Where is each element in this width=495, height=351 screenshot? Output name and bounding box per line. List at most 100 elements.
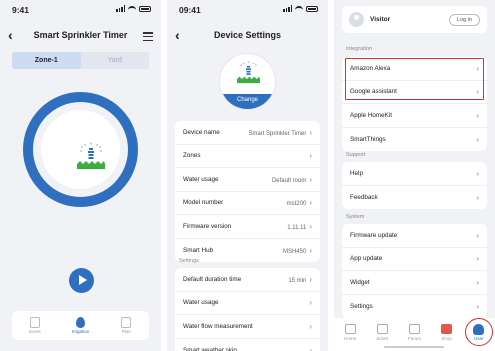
row-value: Smart Sprinkler Timer (248, 130, 307, 137)
chevron-right-icon: › (309, 274, 312, 284)
user-icon (473, 324, 485, 335)
forum-icon (408, 324, 420, 334)
row-label: Firmware update (350, 231, 398, 239)
wifi-icon (295, 5, 303, 12)
device-image[interactable]: Change (219, 53, 276, 110)
settings-row[interactable]: App update › (342, 248, 487, 271)
row-right: MSH450 › (283, 246, 312, 255)
row-label: SmartThings (350, 135, 386, 143)
row-label: Zones (183, 152, 201, 160)
nav-event[interactable]: Event (20, 317, 50, 334)
settings-row[interactable]: Water usage Default room › (175, 168, 320, 192)
settings-row[interactable]: Smart weather skip › (175, 339, 320, 351)
tab-shop[interactable]: Shop (435, 324, 459, 341)
change-button[interactable]: Change (220, 94, 275, 109)
row-right: › (473, 231, 479, 240)
settings-row[interactable]: Firmware version 1.11.11 › (175, 215, 320, 239)
chevron-right-icon: › (309, 245, 312, 255)
chevron-right-icon: › (476, 230, 479, 240)
tab-home-label: Home (344, 336, 357, 341)
chevron-right-icon: › (476, 254, 479, 264)
row-right: › (473, 111, 479, 120)
smart-icon (376, 324, 388, 334)
settings-row[interactable]: Firmware update › (342, 224, 487, 248)
row-label: Apple HomeKit (350, 111, 392, 119)
tab-smart[interactable]: Smart (370, 324, 394, 341)
row-label: Smart weather skip (183, 346, 237, 351)
user-screen: Visitor Log in Integration Amazon Alexa ›… (334, 0, 495, 351)
profile-card[interactable]: Visitor Log in (342, 6, 487, 33)
row-label: Device name (183, 128, 220, 136)
row-right: › (473, 254, 479, 263)
chevron-right-icon: › (476, 110, 479, 120)
row-label: Firmware version (183, 222, 232, 230)
row-label: Water flow measurement (183, 322, 253, 330)
row-label: Help (350, 169, 363, 177)
row-right: › (473, 135, 479, 144)
shop-icon (441, 324, 453, 334)
row-value: 15 min (288, 277, 307, 284)
nav-irrigation[interactable]: Irrigation (65, 317, 95, 334)
row-right: mst200 › (287, 198, 312, 207)
row-label: Water usage (183, 299, 219, 307)
home-icon (344, 324, 356, 334)
chevron-right-icon: › (309, 345, 312, 351)
signal-icon (116, 5, 125, 12)
page-title: Device Settings (213, 30, 282, 40)
row-right: Default room › (272, 175, 312, 184)
tab-forum-label: Forum (407, 336, 421, 341)
settings-row[interactable]: Water flow measurement › (175, 315, 320, 339)
chevron-right-icon: › (476, 134, 479, 144)
tab-forum[interactable]: Forum (402, 324, 426, 341)
settings-row[interactable]: Settings › (342, 295, 487, 319)
settings-row[interactable]: Model number mst200 › (175, 192, 320, 215)
status-time: 9:41 (12, 5, 30, 15)
row-right: › (306, 151, 312, 160)
row-right: › (306, 322, 312, 331)
integration-header: Integration (346, 46, 372, 52)
water-drop-icon (75, 317, 85, 328)
settings-row[interactable]: Device name Smart Sprinkler Timer › (175, 121, 320, 145)
settings-row[interactable]: Zones › (175, 145, 320, 168)
row-label: Model number (183, 199, 224, 207)
nav-plan[interactable]: Plan (111, 317, 141, 334)
profile-name: Visitor (370, 16, 391, 23)
settings-row[interactable]: SmartThings › (342, 128, 487, 152)
row-value: 1.11.11 (287, 224, 307, 231)
settings-row[interactable]: Default duration time 15 min › (175, 268, 320, 292)
row-right: › (473, 302, 479, 311)
settings-row[interactable]: Help › (342, 162, 487, 186)
settings-card: Default duration time 15 min › Water usage ›… (175, 268, 320, 351)
settings-row[interactable]: Apple HomeKit › (342, 104, 487, 128)
tab-zone-1[interactable]: Zone-1 (12, 52, 81, 69)
tab-user-label: User (474, 336, 484, 341)
chevron-right-icon: › (309, 321, 312, 331)
row-value: mst200 (286, 201, 307, 208)
device-info-card: Device name Smart Sprinkler Timer › Zones › W… (175, 121, 320, 262)
row-right: › (473, 278, 479, 287)
row-label: App update (350, 255, 383, 263)
row-right: › (473, 169, 479, 178)
system-header: System (346, 214, 365, 220)
menu-icon[interactable] (143, 32, 153, 43)
row-label: Widget (350, 278, 370, 286)
status-icons (283, 5, 318, 12)
chevron-right-icon: › (309, 127, 312, 137)
support-card: Help › Feedback › (342, 162, 487, 209)
chevron-right-icon: › (476, 168, 479, 178)
tab-home[interactable]: Home (338, 324, 362, 341)
row-right: › (306, 346, 312, 351)
row-right: 15 min › (288, 275, 312, 284)
settings-row[interactable]: Water usage › (175, 292, 320, 315)
chevron-right-icon: › (309, 151, 312, 161)
tab-yard[interactable]: Yard (81, 52, 150, 69)
battery-icon (139, 5, 151, 12)
row-label: Settings (350, 302, 373, 310)
settings-row[interactable]: Feedback › (342, 186, 487, 210)
row-label: Default duration time (183, 275, 242, 283)
play-button[interactable] (69, 268, 94, 293)
plan-icon (121, 317, 132, 328)
login-button[interactable]: Log in (449, 14, 480, 26)
chevron-right-icon: › (309, 198, 312, 208)
settings-row[interactable]: Widget › (342, 271, 487, 295)
